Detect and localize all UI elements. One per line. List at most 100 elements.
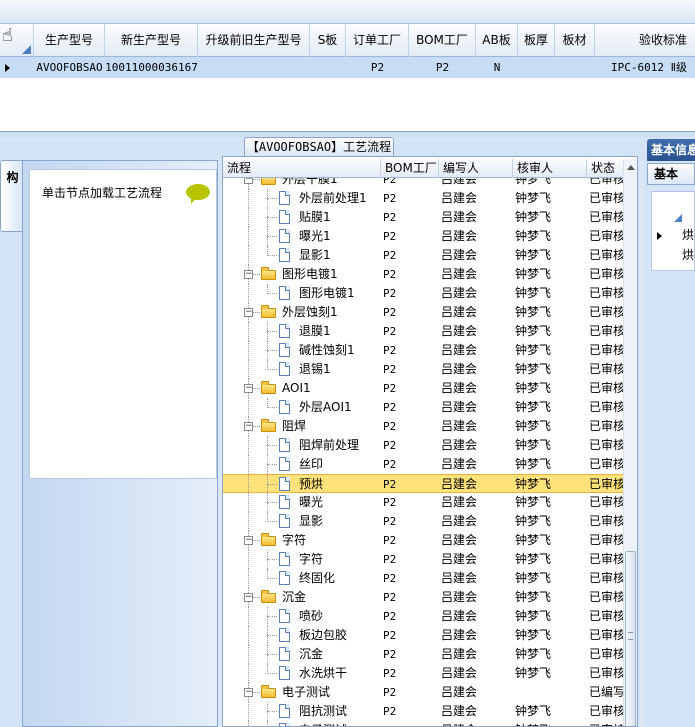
bom-factory-cell[interactable]: P2 <box>383 436 437 455</box>
collapse-icon[interactable]: − <box>244 178 253 184</box>
tree-step-row[interactable]: 退膜1 P2 吕建会 钟梦飞 已审核 <box>223 322 623 341</box>
flow-name-cell[interactable]: 图形电镀1 <box>223 284 379 303</box>
tree-step-row[interactable]: 丝印 P2 吕建会 钟梦飞 已审核 <box>223 455 623 474</box>
tree-vertical-scrollbar[interactable] <box>623 159 637 726</box>
tree-step-row[interactable]: 贴膜1 P2 吕建会 钟梦飞 已审核 <box>223 208 623 227</box>
tree-step-row[interactable]: 终固化 P2 吕建会 钟梦飞 已审核 <box>223 569 623 588</box>
bom-factory-cell[interactable]: P2 <box>383 189 437 208</box>
reviewer-cell[interactable]: 钟梦飞 <box>515 475 585 494</box>
column-header-status[interactable]: 状态 <box>587 159 625 178</box>
status-cell[interactable]: 已审核 <box>589 721 623 726</box>
author-cell[interactable]: 吕建会 <box>441 379 511 398</box>
scroll-up-icon[interactable] <box>627 165 635 170</box>
status-cell[interactable]: 已审核 <box>589 550 623 569</box>
status-cell[interactable]: 已审核 <box>589 702 623 721</box>
flow-name-cell[interactable]: 曝光 <box>223 493 379 512</box>
bom-factory-cell[interactable]: P2 <box>383 702 437 721</box>
author-cell[interactable]: 吕建会 <box>441 246 511 265</box>
bom-factory-cell[interactable]: P2 <box>383 265 437 284</box>
author-cell[interactable]: 吕建会 <box>441 360 511 379</box>
tab-basic[interactable]: 基本 <box>647 163 695 185</box>
reviewer-cell[interactable]: 钟梦飞 <box>515 265 585 284</box>
flow-name-cell[interactable]: − 外层蚀刻1 <box>223 303 379 322</box>
flow-name-cell[interactable]: 电子测试 <box>223 721 379 726</box>
author-cell[interactable]: 吕建会 <box>441 178 511 189</box>
tree-step-row[interactable]: 字符 P2 吕建会 钟梦飞 已审核 <box>223 550 623 569</box>
author-cell[interactable]: 吕建会 <box>441 227 511 246</box>
status-cell[interactable]: 已审核 <box>589 360 623 379</box>
column-header-acceptance[interactable]: 验收标准 <box>595 24 695 57</box>
flow-name-cell[interactable]: − 字符 <box>223 531 379 550</box>
flow-name-cell[interactable]: 丝印 <box>223 455 379 474</box>
reviewer-cell[interactable]: 钟梦飞 <box>515 303 585 322</box>
status-cell[interactable]: 已审核 <box>589 341 623 360</box>
row-selector[interactable] <box>652 246 678 265</box>
collapse-icon[interactable]: − <box>244 384 253 393</box>
grid-corner[interactable]: ☝ <box>0 24 34 56</box>
status-cell[interactable]: 已审核 <box>589 626 623 645</box>
bom-factory-cell[interactable]: P2 <box>383 455 437 474</box>
collapse-icon[interactable]: − <box>244 422 253 431</box>
reviewer-cell[interactable]: 钟梦飞 <box>515 645 585 664</box>
reviewer-cell[interactable]: 钟梦飞 <box>515 208 585 227</box>
bom-factory-cell[interactable]: P2 <box>383 664 437 683</box>
cell-old-model[interactable] <box>198 57 310 78</box>
reviewer-cell[interactable]: 钟梦飞 <box>515 360 585 379</box>
author-cell[interactable]: 吕建会 <box>441 417 511 436</box>
reviewer-cell[interactable]: 钟梦飞 <box>515 227 585 246</box>
bom-factory-cell[interactable]: P2 <box>383 341 437 360</box>
bom-factory-cell[interactable]: P2 <box>383 569 437 588</box>
bom-factory-cell[interactable]: P2 <box>383 303 437 322</box>
bom-factory-cell[interactable]: P2 <box>383 683 437 702</box>
reviewer-cell[interactable]: 钟梦飞 <box>515 341 585 360</box>
flow-name-cell[interactable]: 预烘 <box>223 475 379 494</box>
scroll-thumb[interactable] <box>625 551 636 726</box>
tree-step-row[interactable]: 沉金 P2 吕建会 钟梦飞 已审核 <box>223 645 623 664</box>
tree-folder-row[interactable]: − 电子测试 P2 吕建会 已编写 <box>223 683 623 702</box>
author-cell[interactable]: 吕建会 <box>441 493 511 512</box>
column-header-model[interactable]: 生产型号 <box>34 24 105 57</box>
bom-factory-cell[interactable]: P2 <box>383 208 437 227</box>
bom-factory-cell[interactable]: P2 <box>383 322 437 341</box>
column-header-ab-board[interactable]: AB板 <box>476 24 518 57</box>
flow-name-cell[interactable]: 曝光1 <box>223 227 379 246</box>
bom-factory-cell[interactable]: P2 <box>383 227 437 246</box>
author-cell[interactable]: 吕建会 <box>441 588 511 607</box>
column-header-old-model[interactable]: 升级前旧生产型号 <box>198 24 310 57</box>
author-cell[interactable]: 吕建会 <box>441 683 511 702</box>
tree-folder-row[interactable]: − 外层干膜1 P2 吕建会 钟梦飞 已审核 <box>223 178 623 189</box>
tree-step-row[interactable]: 图形电镀1 P2 吕建会 钟梦飞 已审核 <box>223 284 623 303</box>
author-cell[interactable]: 吕建会 <box>441 550 511 569</box>
flow-name-cell[interactable]: − 沉金 <box>223 588 379 607</box>
status-cell[interactable]: 已审核 <box>589 303 623 322</box>
flow-name-cell[interactable]: 贴膜1 <box>223 208 379 227</box>
bom-factory-cell[interactable]: P2 <box>383 607 437 626</box>
cell-ab-board[interactable]: N <box>476 57 518 78</box>
reviewer-cell[interactable]: 钟梦飞 <box>515 531 585 550</box>
tree-folder-row[interactable]: − 外层蚀刻1 P2 吕建会 钟梦飞 已审核 <box>223 303 623 322</box>
status-cell[interactable]: 已审核 <box>589 588 623 607</box>
flow-name-cell[interactable]: 阻焊前处理 <box>223 436 379 455</box>
cell-material[interactable] <box>555 57 595 78</box>
status-cell[interactable]: 已审核 <box>589 265 623 284</box>
bom-factory-cell[interactable]: P2 <box>383 512 437 531</box>
status-cell[interactable]: 已审核 <box>589 436 623 455</box>
status-cell[interactable]: 已审核 <box>589 531 623 550</box>
tree-folder-row[interactable]: − 字符 P2 吕建会 钟梦飞 已审核 <box>223 531 623 550</box>
collapse-icon[interactable]: − <box>244 688 253 697</box>
tree-step-row[interactable]: 退锡1 P2 吕建会 钟梦飞 已审核 <box>223 360 623 379</box>
tree-folder-row[interactable]: − 阻焊 P2 吕建会 钟梦飞 已审核 <box>223 417 623 436</box>
flow-name-cell[interactable]: − 图形电镀1 <box>223 265 379 284</box>
cell-thickness[interactable] <box>518 57 555 78</box>
tree-step-row[interactable]: 电子测试 P2 吕建会钟梦飞已审核 <box>223 721 623 726</box>
bom-factory-cell[interactable]: P2 <box>383 531 437 550</box>
reviewer-cell[interactable]: 钟梦飞 <box>515 178 585 189</box>
tree-folder-row[interactable]: − 图形电镀1 P2 吕建会 钟梦飞 已审核 <box>223 265 623 284</box>
flow-name-cell[interactable]: 退锡1 <box>223 360 379 379</box>
reviewer-cell[interactable]: 钟梦飞 <box>515 588 585 607</box>
reviewer-cell[interactable]: 钟梦飞 <box>515 702 585 721</box>
author-cell[interactable]: 吕建会 <box>441 208 511 227</box>
bom-factory-cell[interactable]: P2 <box>383 721 437 726</box>
column-header-reviewer[interactable]: 核审人 <box>513 159 587 178</box>
author-cell[interactable]: 吕建会 <box>441 189 511 208</box>
